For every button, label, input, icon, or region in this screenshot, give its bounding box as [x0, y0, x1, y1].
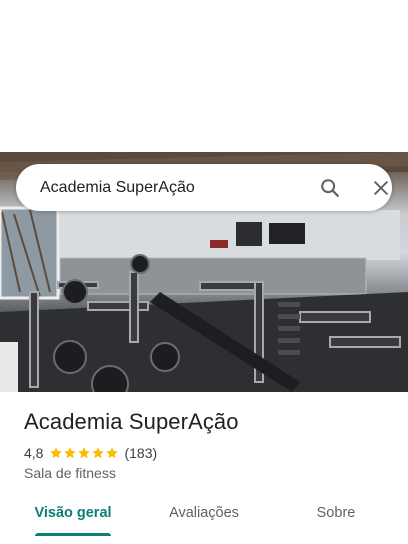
rating-value: 4,8: [24, 445, 44, 461]
search-bar[interactable]: Academia SuperAção: [16, 164, 392, 211]
rating-row[interactable]: 4,8 (183): [24, 444, 157, 462]
tab-about[interactable]: Sobre: [300, 490, 372, 536]
tab-reviews[interactable]: Avaliações: [154, 490, 254, 536]
star-icon: [64, 447, 77, 459]
search-query[interactable]: Academia SuperAção: [40, 164, 195, 211]
search-icon: [321, 179, 339, 197]
star-icon: [92, 447, 105, 459]
clear-search-button[interactable]: [367, 174, 395, 202]
star-icon: [106, 447, 119, 459]
star-icon: [50, 447, 63, 459]
place-category[interactable]: Sala de fitness: [24, 465, 116, 481]
tab-overview[interactable]: Visão geral: [24, 490, 122, 536]
rating-stars: [49, 446, 119, 460]
close-icon: [374, 181, 388, 195]
star-icon: [78, 447, 91, 459]
search-button[interactable]: [316, 174, 344, 202]
reviews-count[interactable]: (183): [124, 445, 157, 461]
active-tab-indicator: [35, 533, 111, 536]
place-title: Academia SuperAção: [24, 409, 239, 434]
place-tabs: Visão geral Avaliações Sobre: [0, 490, 408, 544]
